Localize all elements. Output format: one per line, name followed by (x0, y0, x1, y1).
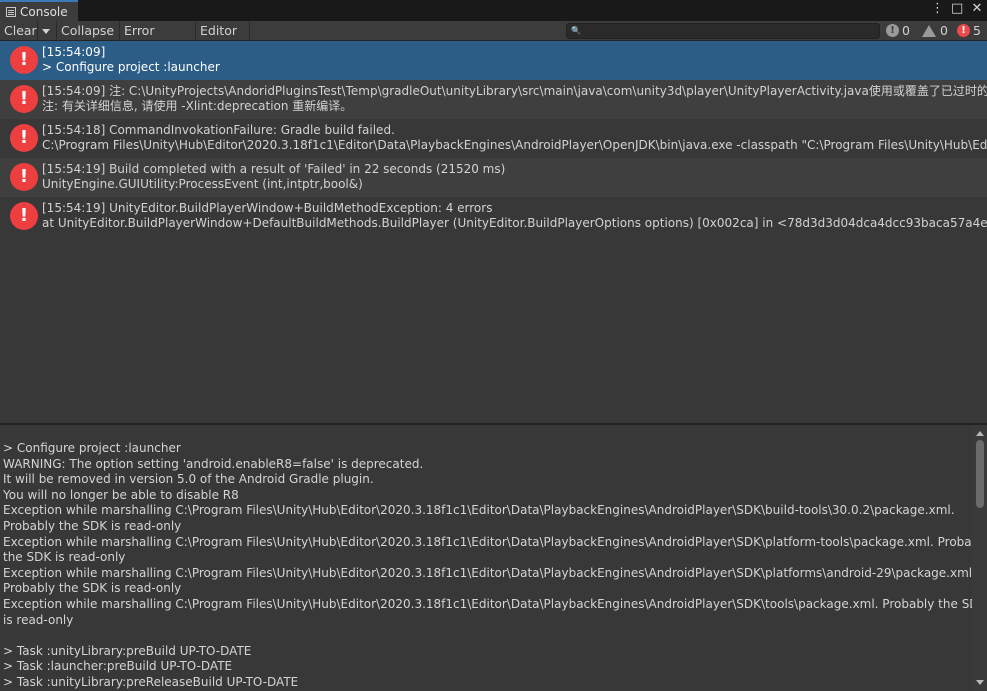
window-controls: ⋮ □ ✕ (931, 1, 983, 16)
detail-line: WARNING: The option setting 'android.ena… (3, 456, 424, 471)
detail-line: > Task :launcher:preBuild UP-TO-DATE (3, 659, 233, 674)
info-count: 0 (902, 23, 910, 38)
log-entry-line2: 注: 有关详细信息, 请使用 -Xlint:deprecation 重新编译。 (42, 99, 353, 113)
log-entry-line1: [15:54:09] 注: C:\UnityProjects\AndoridPl… (42, 84, 987, 98)
log-entry-line1: [15:54:19] Build completed with a result… (42, 162, 506, 176)
scroll-up-icon[interactable] (976, 431, 984, 436)
error-icon: ! (10, 163, 38, 191)
close-icon[interactable]: ✕ (971, 1, 983, 16)
scroll-down-icon[interactable] (976, 680, 984, 685)
log-entry-line1: [15:54:19] UnityEditor.BuildPlayerWindow… (42, 201, 493, 215)
error-icon: ! (10, 46, 38, 74)
error-filter-toggle[interactable]: ! 5 (957, 21, 981, 40)
log-entry-line1: [15:54:09] (42, 45, 106, 59)
console-entry-list[interactable]: ! [15:54:09] > Configure project :launch… (0, 41, 987, 423)
clear-button[interactable]: Clear (0, 21, 38, 40)
detail-line: > Task :unityLibrary:preBuild UP-TO-DATE (3, 643, 252, 658)
log-entry-line2: UnityEngine.GUIUtility:ProcessEvent (int… (42, 177, 363, 191)
detail-line: You will no longer be able to disable R8 (3, 487, 239, 502)
detail-line: Exception while marshalling C:\Program F… (3, 597, 972, 611)
editor-dropdown[interactable]: Editor (196, 21, 250, 40)
error-pause-toggle[interactable]: Error Pause (120, 21, 196, 57)
log-entry[interactable]: ! [15:54:18] CommandInvokationFailure: G… (0, 119, 987, 158)
detail-line: Probably the SDK is read-only (3, 581, 182, 596)
window-tab-bar: Console ⋮ □ ✕ (0, 0, 987, 21)
collapse-toggle[interactable]: Collapse (57, 21, 120, 40)
search-input[interactable]: 🔍 (566, 23, 880, 39)
log-entry[interactable]: ! [15:54:09] 注: C:\UnityProjects\Andorid… (0, 80, 987, 119)
warning-icon (922, 24, 936, 37)
log-entry-line2: > Configure project :launcher (42, 60, 220, 74)
more-options-icon[interactable]: ⋮ (931, 1, 944, 16)
detail-line: Exception while marshalling C:\Program F… (3, 534, 972, 549)
info-filter-toggle[interactable]: ! 0 (886, 21, 910, 40)
detail-line: It will be removed in version 5.0 of the… (3, 472, 374, 487)
log-entry[interactable]: ! [15:54:09] > Configure project :launch… (0, 41, 987, 80)
log-entry-line2: C:\Program Files\Unity\Hub\Editor\2020.3… (42, 138, 987, 152)
log-entry[interactable]: ! [15:54:19] UnityEditor.BuildPlayerWind… (0, 197, 987, 236)
error-icon: ! (957, 24, 970, 37)
detail-scrollbar[interactable] (972, 425, 987, 691)
detail-line: > Task :unityLibrary:preReleaseBuild UP-… (3, 675, 299, 689)
log-detail-pane[interactable]: > Configure project :launcher WARNING: T… (0, 425, 972, 691)
tab-console-label: Console (20, 4, 68, 19)
log-entry-line2: at UnityEditor.BuildPlayerWindow+Default… (42, 216, 987, 230)
console-icon (6, 6, 16, 17)
detail-line: Exception while marshalling C:\Program F… (3, 565, 972, 580)
error-icon: ! (10, 124, 38, 152)
detail-line: Probably the SDK is read-only (3, 519, 182, 533)
editor-dropdown-label: Editor (200, 23, 237, 38)
log-entry[interactable]: ! [15:54:19] Build completed with a resu… (0, 158, 987, 197)
clear-options-dropdown[interactable] (38, 21, 57, 40)
error-icon: ! (10, 202, 38, 230)
tab-console[interactable]: Console (0, 0, 78, 21)
error-icon: ! (10, 85, 38, 113)
chevron-down-icon (38, 23, 50, 38)
warning-count: 0 (940, 23, 948, 38)
info-icon: ! (886, 24, 899, 37)
detail-line: Exception while marshalling C:\Program F… (3, 503, 955, 518)
console-toolbar: Clear Collapse Error Pause Editor 🔍 ! 0 … (0, 21, 987, 57)
detail-line: the SDK is read-only (3, 550, 126, 565)
maximize-icon[interactable]: □ (951, 1, 963, 16)
warning-filter-toggle[interactable]: 0 (922, 21, 948, 40)
detail-line: is read-only (3, 612, 74, 627)
scrollbar-thumb[interactable] (976, 440, 984, 508)
search-icon: 🔍 (571, 26, 581, 35)
error-count: 5 (973, 23, 981, 38)
log-entry-line1: [15:54:18] CommandInvokationFailure: Gra… (42, 123, 395, 137)
detail-line: > Configure project :launcher (3, 441, 181, 455)
